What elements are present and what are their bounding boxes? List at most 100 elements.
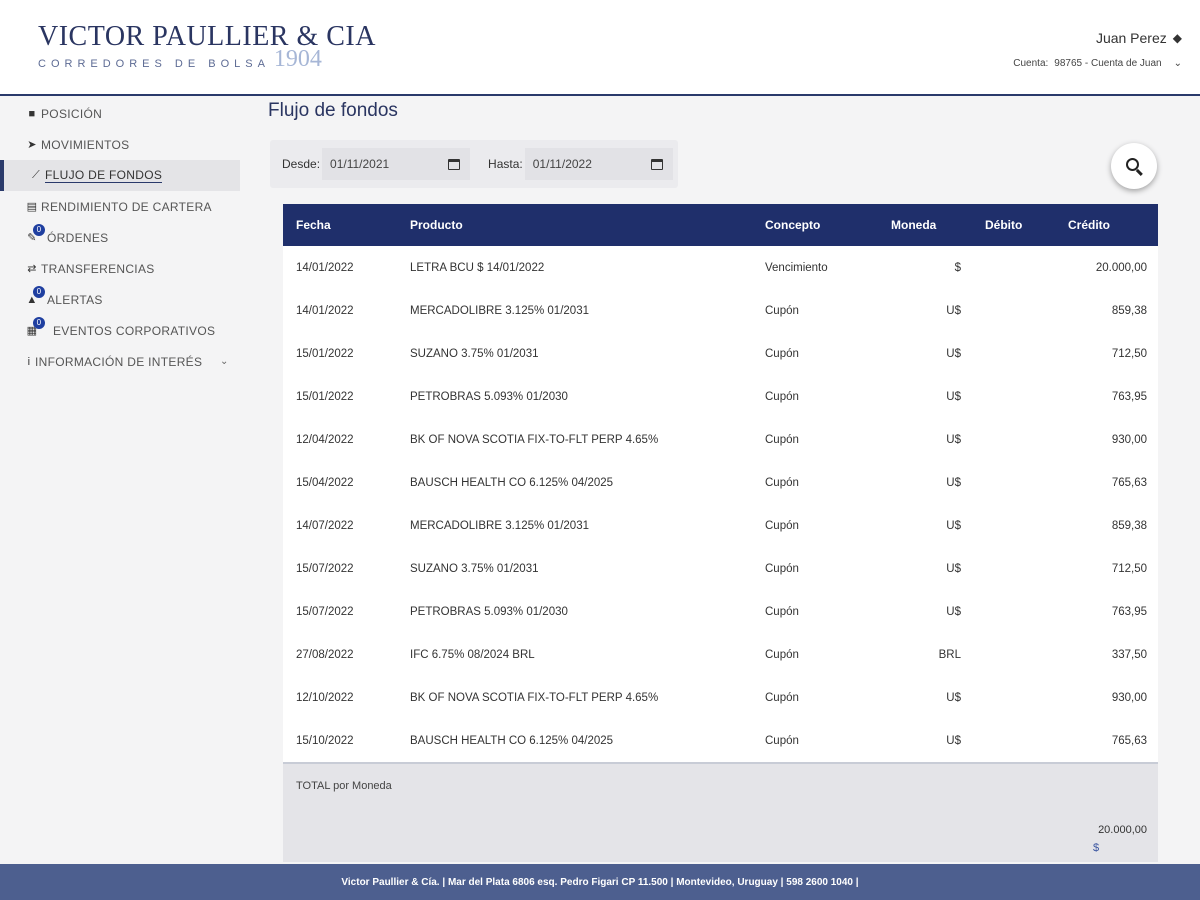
- sidebar-item-alertas[interactable]: ▲ 0 ALERTAS: [0, 284, 245, 315]
- table-row[interactable]: 27/08/2022 IFC 6.75% 08/2024 BRL Cupón BRL 3…: [283, 633, 1158, 676]
- cell-moneda: U$: [946, 304, 961, 317]
- desde-date-input[interactable]: 01/11/2021: [322, 148, 471, 180]
- cell-concepto: Cupón: [765, 390, 799, 403]
- search-icon: [1126, 158, 1139, 171]
- sidebar-item-rendimiento[interactable]: ▤ RENDIMIENTO DE CARTERA: [0, 191, 245, 222]
- total-value: 20.000,00: [1098, 824, 1147, 836]
- cell-concepto: Cupón: [765, 648, 799, 661]
- cell-concepto: Cupón: [765, 433, 799, 446]
- sidebar-item-label: EVENTOS CORPORATIVOS: [53, 323, 216, 338]
- account-selector[interactable]: Cuenta: 98765 - Cuenta de Juan ⌄: [1013, 58, 1182, 69]
- cell-credito: 765,63: [1111, 734, 1147, 747]
- sidebar-item-posicion[interactable]: ■ POSICIÓN: [0, 98, 245, 129]
- sidebar-item-movimientos[interactable]: ➤ MOVIMIENTOS: [0, 129, 245, 160]
- cell-moneda: U$: [946, 433, 961, 446]
- user-menu[interactable]: Juan Perez ◆: [1096, 30, 1182, 46]
- sidebar-item-eventos-corporativos[interactable]: ▦ 0 EVENTOS CORPORATIVOS: [0, 315, 245, 346]
- sidebar-item-label: TRANSFERENCIAS: [41, 261, 155, 276]
- diamond-caret-icon: ◆: [1172, 31, 1182, 45]
- table-row[interactable]: 12/10/2022 BK OF NOVA SCOTIA FIX-TO-FLT P…: [283, 676, 1158, 719]
- cell-producto: BAUSCH HEALTH CO 6.125% 04/2025: [410, 476, 614, 489]
- cell-producto: PETROBRAS 5.093% 01/2030: [410, 390, 568, 403]
- cell-producto: PETROBRAS 5.093% 01/2030: [410, 605, 568, 618]
- cell-credito: 763,95: [1111, 605, 1147, 618]
- table-body: 14/01/2022 LETRA BCU $ 14/01/2022 Vencimie…: [283, 246, 1158, 762]
- cell-producto: SUZANO 3.75% 01/2031: [410, 347, 539, 360]
- send-icon: ➤: [27, 139, 37, 151]
- header-producto[interactable]: Producto: [410, 204, 463, 246]
- table-header: Fecha Producto Concepto Moneda Débito Cr…: [283, 204, 1158, 246]
- search-button[interactable]: [1111, 143, 1157, 189]
- table-row[interactable]: 14/01/2022 MERCADOLIBRE 3.125% 01/2031 Cup…: [283, 289, 1158, 332]
- briefcase-icon: ■: [28, 107, 36, 120]
- chevron-down-icon: ⌄: [220, 356, 229, 367]
- cell-credito: 763,95: [1111, 390, 1147, 403]
- notification-badge: 0: [33, 286, 45, 298]
- calendar-icon[interactable]: [448, 158, 461, 170]
- cell-fecha: 15/01/2022: [296, 390, 354, 403]
- cell-producto: BK OF NOVA SCOTIA FIX-TO-FLT PERP 4.65%: [410, 433, 659, 446]
- table-row[interactable]: 15/04/2022 BAUSCH HEALTH CO 6.125% 04/202…: [283, 461, 1158, 504]
- cell-moneda: U$: [946, 605, 961, 618]
- cell-credito: 930,00: [1111, 433, 1147, 446]
- account-label: Cuenta:: [1013, 58, 1049, 69]
- cell-moneda: U$: [946, 390, 961, 403]
- cell-moneda: BRL: [938, 648, 961, 661]
- cell-moneda: U$: [946, 562, 961, 575]
- cell-producto: MERCADOLIBRE 3.125% 01/2031: [410, 519, 589, 532]
- table-row[interactable]: 15/01/2022 PETROBRAS 5.093% 01/2030 Cupón U…: [283, 375, 1158, 418]
- table-row[interactable]: 14/07/2022 MERCADOLIBRE 3.125% 01/2031 Cup…: [283, 504, 1158, 547]
- document-icon: ▤: [26, 201, 38, 213]
- transfer-icon: ⇄: [27, 263, 37, 275]
- cell-concepto: Cupón: [765, 347, 799, 360]
- calendar-icon[interactable]: [650, 158, 663, 170]
- cell-credito: 20.000,00: [1095, 261, 1147, 274]
- cell-moneda: U$: [946, 476, 961, 489]
- cell-producto: LETRA BCU $ 14/01/2022: [410, 261, 545, 274]
- header-credito[interactable]: Crédito: [1068, 204, 1110, 246]
- cell-concepto: Cupón: [765, 734, 799, 747]
- header-debito[interactable]: Débito: [985, 204, 1022, 246]
- date-filter-bar: Desde: 01/11/2021 Hasta: 01/11/2022: [270, 140, 678, 188]
- cell-producto: BAUSCH HEALTH CO 6.125% 04/2025: [410, 734, 614, 747]
- sidebar-item-label: MOVIMIENTOS: [41, 137, 130, 152]
- header-fecha[interactable]: Fecha: [296, 204, 331, 246]
- table-row[interactable]: 12/04/2022 BK OF NOVA SCOTIA FIX-TO-FLT P…: [283, 418, 1158, 461]
- sidebar-item-flujo-de-fondos[interactable]: ⟋ FLUJO DE FONDOS: [0, 160, 240, 191]
- cell-fecha: 12/04/2022: [296, 433, 354, 446]
- table-row[interactable]: 15/01/2022 SUZANO 3.75% 01/2031 Cupón U$ 712…: [283, 332, 1158, 375]
- info-icon: i: [27, 355, 31, 368]
- table-row[interactable]: 14/01/2022 LETRA BCU $ 14/01/2022 Vencimie…: [283, 246, 1158, 289]
- cell-producto: IFC 6.75% 08/2024 BRL: [410, 648, 535, 661]
- sidebar-item-label: RENDIMIENTO DE CARTERA: [41, 199, 212, 214]
- table-row[interactable]: 15/07/2022 SUZANO 3.75% 01/2031 Cupón U$ 712…: [283, 547, 1158, 590]
- cell-fecha: 15/01/2022: [296, 347, 354, 360]
- desde-date-value: 01/11/2021: [330, 157, 390, 171]
- header-moneda[interactable]: Moneda: [891, 204, 936, 246]
- cell-moneda: U$: [946, 734, 961, 747]
- cell-credito: 930,00: [1111, 691, 1147, 704]
- cell-producto: BK OF NOVA SCOTIA FIX-TO-FLT PERP 4.65%: [410, 691, 659, 704]
- hasta-date-input[interactable]: 01/11/2022: [524, 148, 673, 180]
- table-row[interactable]: 15/07/2022 PETROBRAS 5.093% 01/2030 Cupón U…: [283, 590, 1158, 633]
- company-logo[interactable]: VICTOR PAULLIER & CIA CORREDORES DE BOLS…: [38, 22, 376, 72]
- sidebar-item-label: ALERTAS: [47, 292, 103, 307]
- notification-badge: 0: [33, 224, 45, 236]
- header-concepto[interactable]: Concepto: [765, 204, 820, 246]
- chevron-down-icon: ⌄: [1173, 58, 1182, 69]
- sidebar-item-informacion[interactable]: i INFORMACIÓN DE INTERÉS ⌄: [0, 346, 245, 377]
- cell-concepto: Vencimiento: [765, 261, 828, 274]
- sidebar-item-label: ÓRDENES: [47, 230, 109, 245]
- table-row[interactable]: 15/10/2022 BAUSCH HEALTH CO 6.125% 04/202…: [283, 719, 1158, 762]
- cell-concepto: Cupón: [765, 476, 799, 489]
- cell-credito: 765,63: [1111, 476, 1147, 489]
- cell-producto: SUZANO 3.75% 01/2031: [410, 562, 539, 575]
- cell-fecha: 15/07/2022: [296, 605, 354, 618]
- page-footer: Victor Paullier & Cía. | Mar del Plata 6…: [0, 864, 1200, 900]
- cell-credito: 859,38: [1111, 519, 1147, 532]
- cell-moneda: U$: [946, 691, 961, 704]
- cell-moneda: U$: [946, 347, 961, 360]
- notification-badge: 0: [33, 317, 45, 329]
- sidebar-item-ordenes[interactable]: ✎ 0 ÓRDENES: [0, 222, 245, 253]
- sidebar-item-transferencias[interactable]: ⇄ TRANSFERENCIAS: [0, 253, 245, 284]
